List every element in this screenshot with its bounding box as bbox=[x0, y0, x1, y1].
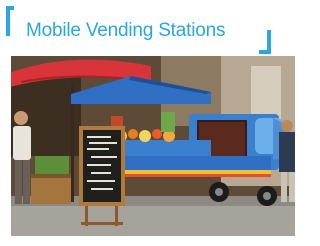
corner-bracket-top-left-vertical bbox=[6, 6, 10, 36]
corner-bracket-bottom-right-vertical bbox=[267, 30, 271, 54]
vending-card: Mobile Vending Stations bbox=[0, 0, 295, 246]
vending-photo bbox=[11, 56, 295, 236]
card-title: Mobile Vending Stations bbox=[26, 20, 226, 41]
